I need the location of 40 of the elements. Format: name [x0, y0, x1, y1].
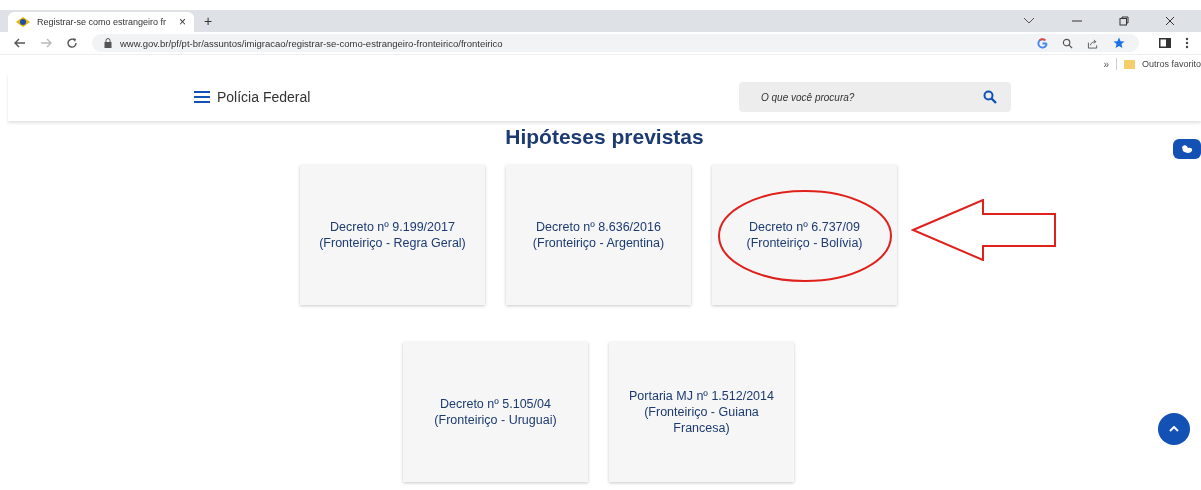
lock-icon	[104, 38, 112, 48]
chevron-up-icon	[1169, 426, 1179, 432]
reload-icon[interactable]	[66, 37, 78, 49]
accessibility-button[interactable]	[1173, 139, 1201, 159]
flag-icon	[16, 17, 30, 27]
url-text: www.gov.br/pf/pt-br/assuntos/imigracao/registrar-se-como-estrangeiro-fronteirico/fronteirico	[120, 37, 503, 49]
menu-icon[interactable]	[194, 91, 210, 103]
share-icon[interactable]	[1087, 37, 1099, 49]
tab-search-icon[interactable]	[1023, 17, 1035, 25]
zoom-icon[interactable]	[1062, 37, 1073, 49]
site-name[interactable]: Polícia Federal	[217, 89, 311, 105]
more-bookmarks-button[interactable]: »	[1103, 58, 1109, 70]
bookmark-folder[interactable]: Outros favorito	[1141, 59, 1201, 69]
card-title: Decreto nº 8.636/2016 (Fronteiriço - Argentina)	[531, 219, 666, 251]
close-tab-button[interactable]: ×	[179, 15, 186, 29]
new-tab-button[interactable]: +	[204, 13, 213, 29]
search-field[interactable]: O que você procura?	[739, 82, 1011, 112]
link-card[interactable]: Decreto nº 5.105/04 (Fronteiriço - Uruguai)	[403, 342, 588, 482]
card-title: Decreto nº 9.199/2017 (Fronteiriço - Regra Geral)	[318, 219, 467, 251]
back-icon[interactable]	[14, 37, 26, 49]
menu-icon[interactable]	[1185, 37, 1189, 49]
card-title: Decreto nº 6.737/09 (Fronteiriço - Bolívia)	[745, 219, 864, 251]
side-panel-icon[interactable]	[1159, 38, 1171, 48]
card-title: Decreto nº 5.105/04 (Fronteiriço - Uruguai)	[433, 396, 558, 428]
link-card[interactable]: Decreto nº 9.199/2017 (Fronteiriço - Regra Geral)	[300, 165, 485, 305]
search-icon[interactable]	[983, 90, 997, 104]
address-bar[interactable]: www.gov.br/pf/pt-br/assuntos/imigracao/registrar-se-como-estrangeiro-fronteirico/fronteirico	[92, 34, 1139, 52]
tab-title: Registrar-se como estrangeiro fr	[37, 17, 168, 27]
folder-icon	[1123, 59, 1135, 69]
restore-icon[interactable]	[1119, 16, 1129, 26]
google-icon[interactable]	[1037, 37, 1048, 49]
minimize-icon[interactable]	[1071, 17, 1083, 25]
close-icon[interactable]	[1165, 16, 1175, 26]
card-title: Portaria MJ nº 1.512/2014 (Fronteiriço - Guiana Francesa)	[628, 388, 775, 436]
page-heading: Hipóteses previstas	[504, 125, 705, 149]
star-icon[interactable]	[1113, 37, 1125, 49]
browser-tab[interactable]: Registrar-se como estrangeiro fr ×	[8, 12, 194, 32]
back-to-top-button[interactable]	[1158, 413, 1190, 445]
link-card[interactable]: Decreto nº 8.636/2016 (Fronteiriço - Argentina)	[506, 165, 691, 305]
link-card[interactable]: Portaria MJ nº 1.512/2014 (Fronteiriço - Guiana Francesa)	[609, 342, 794, 482]
